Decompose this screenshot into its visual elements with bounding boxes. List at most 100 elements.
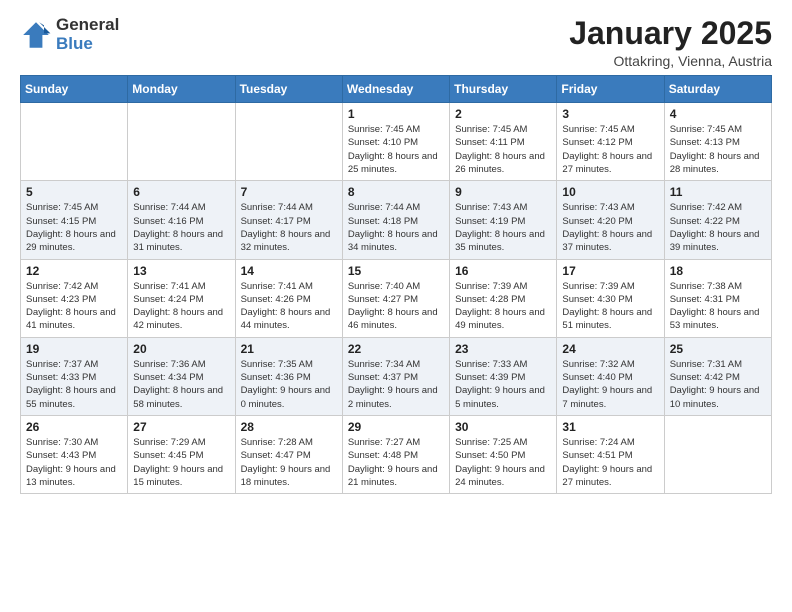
day-info: Sunrise: 7:45 AM Sunset: 4:13 PM Dayligh… (670, 123, 766, 176)
day-info: Sunrise: 7:28 AM Sunset: 4:47 PM Dayligh… (241, 436, 337, 489)
day-number: 15 (348, 264, 444, 278)
logo: General Blue (20, 16, 119, 54)
calendar-cell-2-3: 7 Sunrise: 7:44 AM Sunset: 4:17 PM Daylig… (235, 181, 342, 259)
day-info: Sunrise: 7:43 AM Sunset: 4:20 PM Dayligh… (562, 201, 658, 254)
day-number: 29 (348, 420, 444, 434)
calendar-cell-1-3 (235, 103, 342, 181)
calendar-cell-4-6: 24 Sunrise: 7:32 AM Sunset: 4:40 PM Dayli… (557, 337, 664, 415)
day-info: Sunrise: 7:44 AM Sunset: 4:17 PM Dayligh… (241, 201, 337, 254)
day-number: 9 (455, 185, 551, 199)
day-number: 28 (241, 420, 337, 434)
week-row-2: 5 Sunrise: 7:45 AM Sunset: 4:15 PM Daylig… (21, 181, 772, 259)
calendar-cell-3-3: 14 Sunrise: 7:41 AM Sunset: 4:26 PM Dayli… (235, 259, 342, 337)
calendar-cell-3-5: 16Sunrise: 7:39 AM Sunset: 4:28 PM Dayli… (450, 259, 557, 337)
calendar-cell-1-6: 3Sunrise: 7:45 AM Sunset: 4:12 PM Daylig… (557, 103, 664, 181)
day-number: 24 (562, 342, 658, 356)
calendar-cell-5-4: 29 Sunrise: 7:27 AM Sunset: 4:48 PM Dayli… (342, 415, 449, 493)
day-info: Sunrise: 7:44 AM Sunset: 4:16 PM Dayligh… (133, 201, 229, 254)
calendar-cell-2-1: 5 Sunrise: 7:45 AM Sunset: 4:15 PM Daylig… (21, 181, 128, 259)
week-row-3: 12Sunrise: 7:42 AM Sunset: 4:23 PM Dayli… (21, 259, 772, 337)
day-number: 10 (562, 185, 658, 199)
calendar-cell-4-5: 23Sunrise: 7:33 AM Sunset: 4:39 PM Dayli… (450, 337, 557, 415)
day-info: Sunrise: 7:45 AM Sunset: 4:10 PM Dayligh… (348, 123, 444, 176)
day-info: Sunrise: 7:39 AM Sunset: 4:28 PM Dayligh… (455, 280, 551, 333)
logo-general: General (56, 15, 119, 34)
day-info: Sunrise: 7:27 AM Sunset: 4:48 PM Dayligh… (348, 436, 444, 489)
calendar-cell-5-7 (664, 415, 771, 493)
day-number: 30 (455, 420, 551, 434)
day-info: Sunrise: 7:44 AM Sunset: 4:18 PM Dayligh… (348, 201, 444, 254)
day-number: 20 (133, 342, 229, 356)
day-number: 1 (348, 107, 444, 121)
day-info: Sunrise: 7:42 AM Sunset: 4:22 PM Dayligh… (670, 201, 766, 254)
calendar-cell-4-2: 20 Sunrise: 7:36 AM Sunset: 4:34 PM Dayli… (128, 337, 235, 415)
calendar-cell-3-1: 12Sunrise: 7:42 AM Sunset: 4:23 PM Dayli… (21, 259, 128, 337)
logo-blue: Blue (56, 34, 93, 53)
calendar-cell-4-7: 25Sunrise: 7:31 AM Sunset: 4:42 PM Dayli… (664, 337, 771, 415)
day-number: 26 (26, 420, 122, 434)
calendar-cell-2-7: 11 Sunrise: 7:42 AM Sunset: 4:22 PM Dayli… (664, 181, 771, 259)
day-info: Sunrise: 7:42 AM Sunset: 4:23 PM Dayligh… (26, 280, 122, 333)
day-number: 11 (670, 185, 766, 199)
weekday-header-sunday: Sunday (21, 76, 128, 103)
day-info: Sunrise: 7:40 AM Sunset: 4:27 PM Dayligh… (348, 280, 444, 333)
calendar-cell-5-6: 31Sunrise: 7:24 AM Sunset: 4:51 PM Dayli… (557, 415, 664, 493)
calendar-cell-1-5: 2 Sunrise: 7:45 AM Sunset: 4:11 PM Daylig… (450, 103, 557, 181)
day-info: Sunrise: 7:29 AM Sunset: 4:45 PM Dayligh… (133, 436, 229, 489)
day-info: Sunrise: 7:41 AM Sunset: 4:24 PM Dayligh… (133, 280, 229, 333)
calendar-cell-3-4: 15 Sunrise: 7:40 AM Sunset: 4:27 PM Dayli… (342, 259, 449, 337)
day-number: 7 (241, 185, 337, 199)
day-info: Sunrise: 7:35 AM Sunset: 4:36 PM Dayligh… (241, 358, 337, 411)
day-number: 2 (455, 107, 551, 121)
logo-text: General Blue (56, 16, 119, 54)
day-info: Sunrise: 7:37 AM Sunset: 4:33 PM Dayligh… (26, 358, 122, 411)
day-number: 22 (348, 342, 444, 356)
weekday-header-thursday: Thursday (450, 76, 557, 103)
day-number: 6 (133, 185, 229, 199)
calendar-cell-4-3: 21Sunrise: 7:35 AM Sunset: 4:36 PM Dayli… (235, 337, 342, 415)
title-block: January 2025 Ottakring, Vienna, Austria (569, 16, 772, 69)
calendar-cell-3-6: 17 Sunrise: 7:39 AM Sunset: 4:30 PM Dayli… (557, 259, 664, 337)
weekday-header-row: SundayMondayTuesdayWednesdayThursdayFrid… (21, 76, 772, 103)
calendar-cell-1-2 (128, 103, 235, 181)
calendar-cell-5-3: 28 Sunrise: 7:28 AM Sunset: 4:47 PM Dayli… (235, 415, 342, 493)
calendar-cell-2-6: 10 Sunrise: 7:43 AM Sunset: 4:20 PM Dayli… (557, 181, 664, 259)
calendar-cell-1-1 (21, 103, 128, 181)
calendar-cell-2-4: 8 Sunrise: 7:44 AM Sunset: 4:18 PM Daylig… (342, 181, 449, 259)
week-row-4: 19 Sunrise: 7:37 AM Sunset: 4:33 PM Dayli… (21, 337, 772, 415)
day-number: 25 (670, 342, 766, 356)
day-info: Sunrise: 7:34 AM Sunset: 4:37 PM Dayligh… (348, 358, 444, 411)
weekday-header-tuesday: Tuesday (235, 76, 342, 103)
day-number: 23 (455, 342, 551, 356)
day-info: Sunrise: 7:39 AM Sunset: 4:30 PM Dayligh… (562, 280, 658, 333)
logo-icon (20, 19, 52, 51)
weekday-header-friday: Friday (557, 76, 664, 103)
calendar-table: SundayMondayTuesdayWednesdayThursdayFrid… (20, 75, 772, 494)
day-info: Sunrise: 7:24 AM Sunset: 4:51 PM Dayligh… (562, 436, 658, 489)
day-info: Sunrise: 7:43 AM Sunset: 4:19 PM Dayligh… (455, 201, 551, 254)
day-number: 18 (670, 264, 766, 278)
calendar-cell-1-7: 4 Sunrise: 7:45 AM Sunset: 4:13 PM Daylig… (664, 103, 771, 181)
calendar-cell-3-2: 13 Sunrise: 7:41 AM Sunset: 4:24 PM Dayli… (128, 259, 235, 337)
day-number: 8 (348, 185, 444, 199)
day-info: Sunrise: 7:41 AM Sunset: 4:26 PM Dayligh… (241, 280, 337, 333)
weekday-header-wednesday: Wednesday (342, 76, 449, 103)
day-number: 14 (241, 264, 337, 278)
day-info: Sunrise: 7:45 AM Sunset: 4:15 PM Dayligh… (26, 201, 122, 254)
day-number: 4 (670, 107, 766, 121)
day-number: 17 (562, 264, 658, 278)
day-info: Sunrise: 7:45 AM Sunset: 4:11 PM Dayligh… (455, 123, 551, 176)
calendar-title: January 2025 (569, 16, 772, 51)
day-number: 19 (26, 342, 122, 356)
day-number: 13 (133, 264, 229, 278)
calendar-cell-4-1: 19 Sunrise: 7:37 AM Sunset: 4:33 PM Dayli… (21, 337, 128, 415)
calendar-cell-5-5: 30Sunrise: 7:25 AM Sunset: 4:50 PM Dayli… (450, 415, 557, 493)
calendar-cell-4-4: 22 Sunrise: 7:34 AM Sunset: 4:37 PM Dayli… (342, 337, 449, 415)
day-info: Sunrise: 7:32 AM Sunset: 4:40 PM Dayligh… (562, 358, 658, 411)
day-info: Sunrise: 7:36 AM Sunset: 4:34 PM Dayligh… (133, 358, 229, 411)
day-number: 5 (26, 185, 122, 199)
weekday-header-saturday: Saturday (664, 76, 771, 103)
calendar-subtitle: Ottakring, Vienna, Austria (569, 53, 772, 69)
day-info: Sunrise: 7:45 AM Sunset: 4:12 PM Dayligh… (562, 123, 658, 176)
weekday-header-monday: Monday (128, 76, 235, 103)
